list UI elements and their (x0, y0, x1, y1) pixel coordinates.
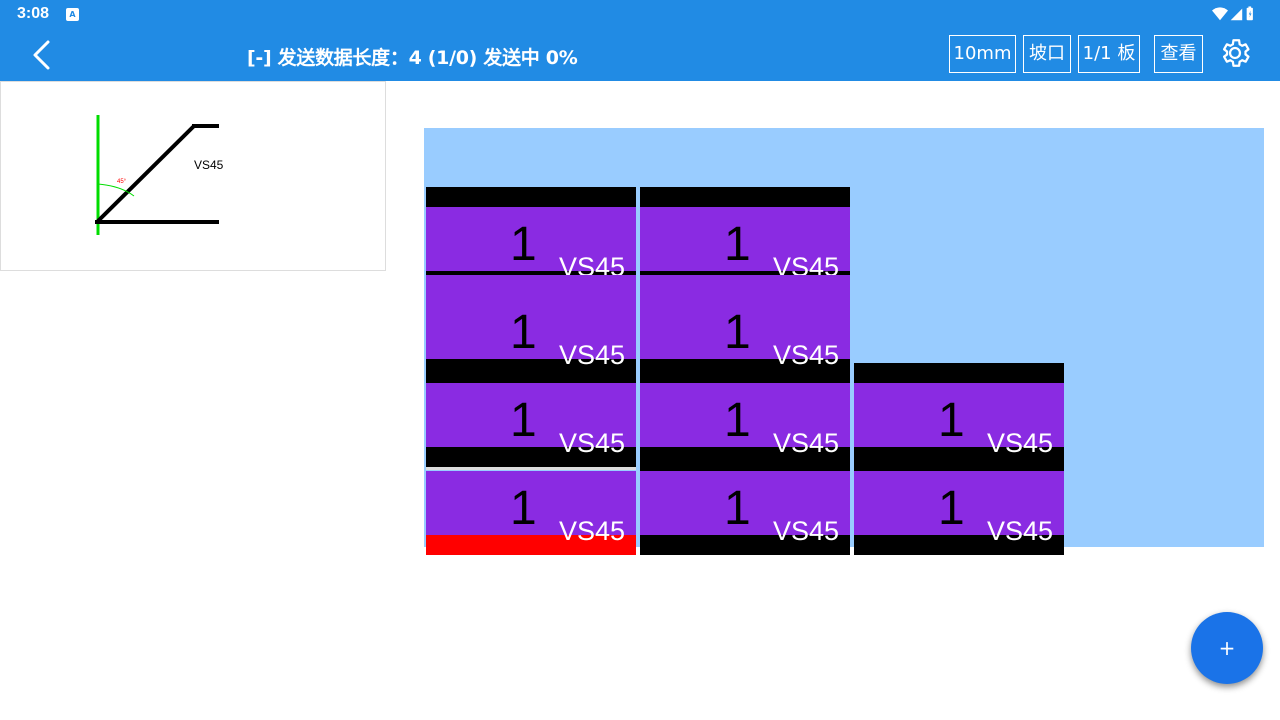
cell-quantity: 1 (510, 306, 537, 359)
app-bar: [-] 发送数据长度：4 (1/0) 发送中 0% 10mm 坡口 1/1 板 … (0, 30, 1280, 81)
cell-quantity: 1 (938, 482, 965, 535)
wifi-icon (1212, 7, 1228, 21)
bevel-preview-panel: 45° VS45 (0, 81, 386, 271)
angle-label: 45° (117, 179, 127, 185)
cell-quantity: 1 (510, 394, 537, 447)
cell-quantity: 1 (724, 306, 751, 359)
signal-icon (1230, 8, 1243, 21)
cell-code: VS45 (559, 516, 626, 546)
plus-icon: + (1218, 636, 1236, 660)
selected-cell-divider (426, 467, 636, 470)
cell-quantity: 1 (510, 482, 537, 535)
gear-icon (1222, 39, 1250, 67)
cell-quantity: 1 (510, 218, 537, 271)
board-cell[interactable]: 1 VS45 (426, 275, 636, 383)
notification-icon: A (66, 8, 79, 21)
board-cell[interactable]: 1 VS45 (426, 383, 636, 469)
cell-quantity: 1 (724, 482, 751, 535)
back-button[interactable] (26, 36, 60, 74)
cell-edge-bar (854, 363, 1064, 383)
cell-quantity: 1 (938, 394, 965, 447)
cell-code: VS45 (987, 516, 1054, 546)
bevel-diagram: 45° (95, 115, 219, 235)
status-bar: 3:08 A (0, 0, 1280, 30)
cell-edge-bar (640, 187, 850, 207)
board-button[interactable]: 1/1 板 (1078, 35, 1140, 73)
settings-button[interactable] (1218, 36, 1252, 70)
board-cell[interactable]: 1 VS45 (640, 383, 850, 471)
board-cell[interactable]: 1 VS45 (854, 471, 1064, 555)
cell-code: VS45 (987, 428, 1054, 458)
size-button[interactable]: 10mm (949, 35, 1016, 73)
cell-code: VS45 (559, 340, 626, 370)
add-button[interactable]: + (1191, 612, 1263, 684)
cell-code: VS45 (773, 428, 840, 458)
board-cell[interactable]: 1 VS45 (854, 363, 1064, 471)
view-button[interactable]: 查看 (1154, 35, 1203, 73)
cell-code: VS45 (773, 340, 840, 370)
board-cell[interactable]: 1 VS45 (640, 471, 850, 555)
cell-code: VS45 (559, 428, 626, 458)
back-arrow-icon (33, 40, 50, 70)
battery-icon (1246, 6, 1253, 21)
cell-edge-bar (426, 187, 636, 207)
board-cell[interactable]: 1 VS45 (426, 471, 636, 555)
system-icons (1212, 6, 1253, 21)
preview-code-label: VS45 (194, 158, 224, 172)
cell-quantity: 1 (724, 394, 751, 447)
bevel-button[interactable]: 坡口 (1023, 35, 1071, 73)
cell-code: VS45 (773, 516, 840, 546)
page-title: [-] 发送数据长度：4 (1/0) 发送中 0% (247, 47, 578, 69)
status-time: 3:08 (17, 5, 50, 22)
board-cell[interactable]: 1 VS45 (640, 275, 850, 383)
cell-quantity: 1 (724, 218, 751, 271)
